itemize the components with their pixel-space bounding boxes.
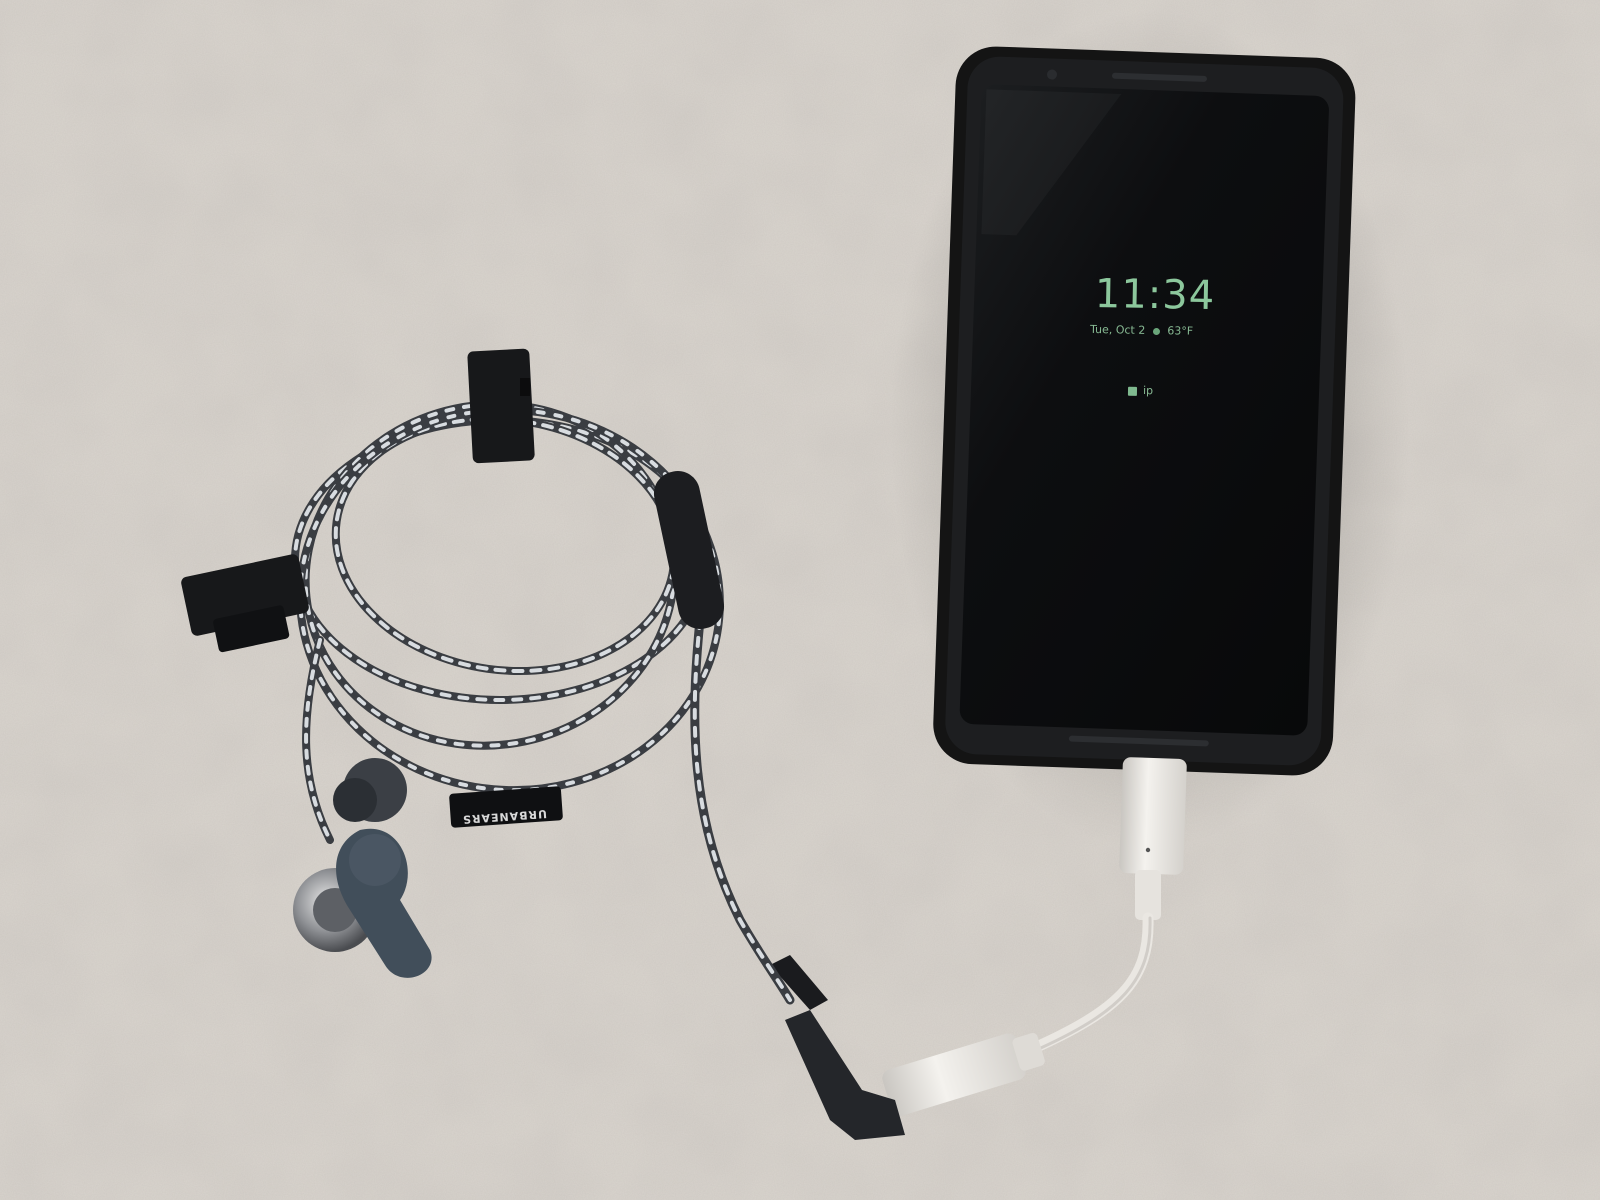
photo-scene	[0, 0, 1600, 1200]
notification-label: ip	[1142, 384, 1154, 398]
lock-screen-notification: ip	[1127, 384, 1154, 398]
weather-icon	[1152, 327, 1160, 335]
lock-screen-temperature: 63°F	[1167, 324, 1194, 338]
phone	[933, 46, 1356, 776]
lock-screen-date-weather: Tue, Oct 2 63°F	[1090, 323, 1220, 338]
image-icon	[1127, 386, 1138, 396]
lock-screen-clock: 11:34	[1094, 270, 1216, 320]
usb-c-led	[1145, 847, 1151, 853]
cable-clip-top	[467, 348, 535, 464]
usb-c-plug	[1119, 757, 1187, 875]
lock-screen-date: Tue, Oct 2	[1089, 322, 1146, 337]
usb-c-neck	[1135, 870, 1161, 920]
